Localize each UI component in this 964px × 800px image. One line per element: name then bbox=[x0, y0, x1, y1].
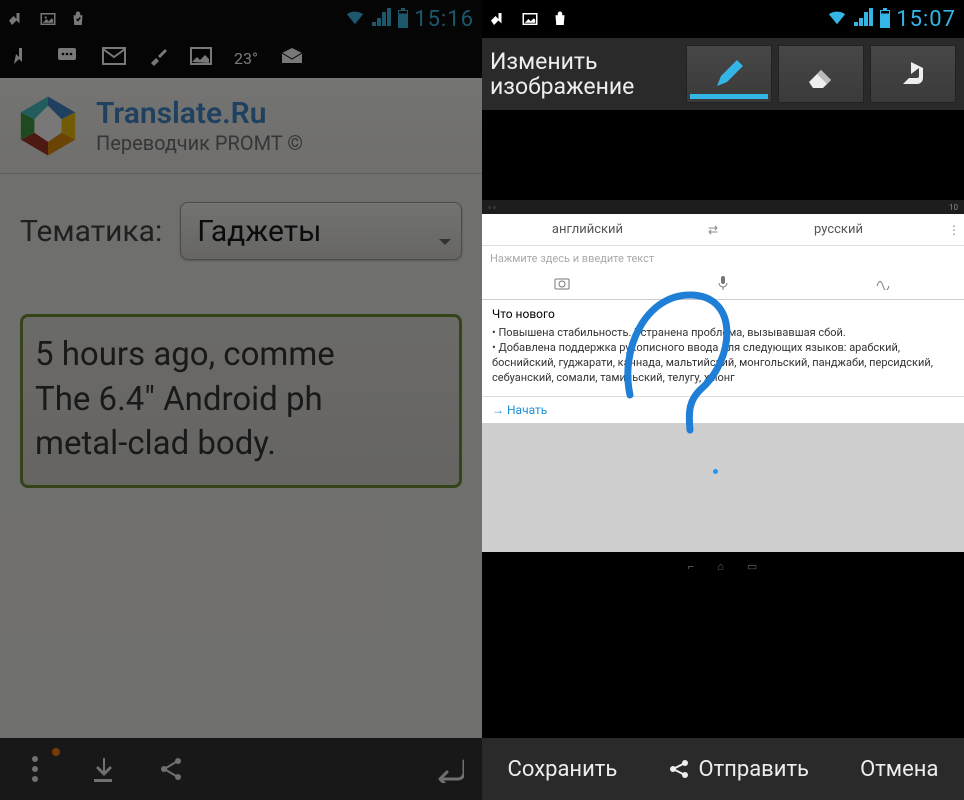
wifi-icon bbox=[344, 8, 366, 30]
brand-subtitle: Переводчик PROMT © bbox=[96, 131, 303, 155]
app-content: Translate.Ru Переводчик PROMT © Тематика… bbox=[0, 78, 482, 738]
handwriting-pad[interactable] bbox=[482, 423, 964, 552]
bottom-toolbar bbox=[0, 738, 482, 800]
list-item: Повышена стабильность. Устранена проблем… bbox=[492, 326, 954, 341]
translation-input[interactable]: 5 hours ago, comme The 6.4" Android ph m… bbox=[20, 314, 462, 488]
input-prompt[interactable]: Нажмите здесь и введите текст bbox=[482, 246, 964, 270]
brush-icon bbox=[148, 46, 168, 70]
mic-icon[interactable] bbox=[643, 275, 804, 295]
clock: 15:16 bbox=[414, 7, 474, 32]
home-icon[interactable]: ⌂ bbox=[717, 560, 725, 573]
temp-badge: 23° bbox=[234, 49, 258, 68]
shopping-icon bbox=[550, 10, 570, 28]
brand-logo-icon bbox=[14, 92, 82, 160]
edit-toolbar: Изменить изображение bbox=[482, 38, 964, 110]
gmail-icon bbox=[102, 47, 126, 69]
battery-icon bbox=[398, 10, 408, 28]
share-button[interactable] bbox=[154, 752, 188, 786]
signal-icon bbox=[854, 8, 874, 30]
overflow-icon[interactable]: ⋮ bbox=[944, 223, 964, 237]
recent-icon[interactable]: ▭ bbox=[747, 560, 758, 573]
signal-icon bbox=[372, 8, 392, 30]
back-icon[interactable]: ⌐ bbox=[688, 560, 695, 573]
topic-value: Гаджеты bbox=[197, 214, 321, 249]
menu-button[interactable] bbox=[18, 752, 52, 786]
brand-title: Translate.Ru bbox=[96, 96, 303, 131]
mini-navbar: ⌐ ⌂ ▭ bbox=[482, 552, 964, 580]
toolbar-title: Изменить изображение bbox=[490, 49, 680, 100]
status-bar: 15:16 bbox=[0, 0, 482, 38]
shopping-icon bbox=[68, 10, 88, 28]
notification-dot-icon bbox=[52, 748, 60, 756]
download-button[interactable] bbox=[86, 752, 120, 786]
edit-canvas[interactable]: ◦ ◦ 10 английский ⇄ русский ⋮ Нажмите зд… bbox=[482, 110, 964, 738]
image-icon bbox=[38, 10, 58, 28]
ink-dot-icon bbox=[713, 469, 718, 474]
start-link[interactable]: → Начать bbox=[482, 396, 964, 423]
input-mode-row bbox=[482, 270, 964, 300]
chat-icon bbox=[56, 46, 80, 70]
lang-to[interactable]: русский bbox=[733, 222, 944, 237]
whatsnew-list: Повышена стабильность. Устранена проблем… bbox=[492, 326, 954, 385]
send-label: Отправить bbox=[698, 757, 809, 782]
mini-statusbar: ◦ ◦ 10 bbox=[482, 200, 964, 214]
lang-from[interactable]: английский bbox=[482, 222, 693, 237]
topic-label: Тематика: bbox=[20, 214, 162, 249]
eraser-tool-button[interactable] bbox=[778, 45, 864, 103]
brand-bar: Translate.Ru Переводчик PROMT © bbox=[0, 78, 482, 174]
language-row: английский ⇄ русский ⋮ bbox=[482, 214, 964, 246]
phone-left: 15:16 23° Translate.Ru Переводчик PROMT … bbox=[0, 0, 482, 800]
mail-open-icon bbox=[280, 47, 304, 69]
back-button[interactable] bbox=[430, 752, 464, 786]
cleaner2-icon bbox=[12, 46, 34, 70]
pen-tool-button[interactable] bbox=[686, 45, 772, 103]
save-button[interactable]: Сохранить bbox=[508, 757, 618, 782]
bottom-actions: Сохранить Отправить Отмена bbox=[482, 738, 964, 800]
whatsnew-title: Что нового bbox=[492, 306, 954, 322]
camera-icon[interactable] bbox=[482, 276, 643, 294]
wifi-icon bbox=[826, 8, 848, 30]
notification-icons-row: 23° bbox=[0, 38, 482, 78]
whatsnew-panel: Что нового Повышена стабильность. Устран… bbox=[482, 300, 964, 392]
start-label: Начать bbox=[507, 403, 547, 417]
embedded-screenshot: ◦ ◦ 10 английский ⇄ русский ⋮ Нажмите зд… bbox=[482, 200, 964, 580]
clock: 15:07 bbox=[896, 7, 956, 32]
save-label: Сохранить bbox=[508, 757, 618, 782]
topic-select[interactable]: Гаджеты bbox=[180, 202, 462, 260]
image-icon bbox=[520, 10, 540, 28]
battery-icon bbox=[880, 10, 890, 28]
handwriting-icon[interactable] bbox=[803, 276, 964, 294]
cancel-label: Отмена bbox=[860, 757, 938, 782]
list-item: Добавлена поддержка рукописного ввода дл… bbox=[492, 341, 954, 386]
phone-right: 15:07 Изменить изображение ◦ ◦ 10 англий… bbox=[482, 0, 964, 800]
swap-icon[interactable]: ⇄ bbox=[693, 223, 733, 237]
mini-clock: 10 bbox=[949, 203, 958, 212]
topic-row: Тематика: Гаджеты bbox=[0, 174, 482, 280]
cancel-button[interactable]: Отмена bbox=[860, 757, 938, 782]
cleaner-icon bbox=[490, 10, 510, 28]
cleaner-icon bbox=[8, 10, 28, 28]
status-bar: 15:07 bbox=[482, 0, 964, 38]
undo-button[interactable] bbox=[870, 45, 956, 103]
send-button[interactable]: Отправить bbox=[668, 757, 809, 782]
photo-icon bbox=[190, 47, 212, 69]
